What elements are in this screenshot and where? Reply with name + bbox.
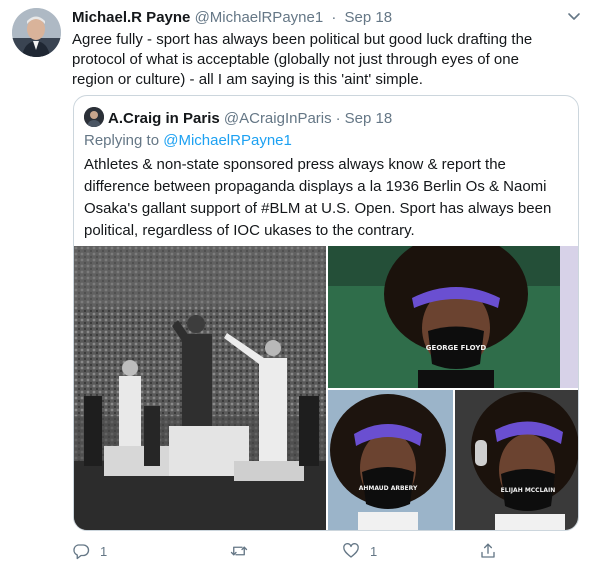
quoted-author-name[interactable]: A.Craig in Paris <box>108 110 220 127</box>
chevron-down-icon[interactable] <box>566 8 582 24</box>
tweet-text-line: Agree fully - sport has always been poli… <box>72 31 533 48</box>
like-icon <box>342 542 360 560</box>
tweet-date[interactable]: Sep 18 <box>345 9 393 26</box>
quoted-text-line: political, regardless of IOC ukases to t… <box>84 222 415 239</box>
mask-text: ELIJAH MCCLAIN <box>501 487 556 494</box>
media-grid: GEORGE FLOYD AHMAUD ARBERY ELIJAH MCCLAI… <box>74 246 578 530</box>
tweet-text-line: protocol of what is acceptable (globally… <box>72 51 519 68</box>
quoted-text-line: difference between propaganda displays a… <box>84 178 547 195</box>
quoted-text-line: Osaka's gallant support of #BLM at U.S. … <box>84 200 552 217</box>
quoted-text: Athletes & non-state sponsored press alw… <box>84 154 574 242</box>
separator-dot: · <box>335 110 341 127</box>
share-icon <box>479 542 497 560</box>
replying-to-mention[interactable]: @MichaelRPayne1 <box>163 132 292 149</box>
quoted-date[interactable]: Sep 18 <box>345 110 393 127</box>
tweet-header: Michael.R Payne @MichaelRPayne1 · Sep 18 <box>72 8 392 28</box>
photo-mask-ahmaud-arbery[interactable]: AHMAUD ARBERY <box>328 390 453 530</box>
tweet[interactable]: Michael.R Payne @MichaelRPayne1 · Sep 18… <box>0 0 598 574</box>
share-button[interactable] <box>479 540 497 562</box>
tweet-text: Agree fully - sport has always been poli… <box>72 30 572 90</box>
quoted-header: A.Craig in Paris @ACraigInParis · Sep 18 <box>84 107 392 127</box>
retweet-button[interactable] <box>230 540 258 562</box>
like-count: 1 <box>370 543 378 559</box>
quoted-avatar[interactable] <box>84 107 104 127</box>
reply-count: 1 <box>100 543 108 559</box>
like-button[interactable]: 1 <box>342 540 377 562</box>
replying-to: Replying to @MichaelRPayne1 <box>84 131 292 151</box>
replying-to-label: Replying to <box>84 132 164 149</box>
retweet-icon <box>230 542 248 560</box>
quoted-text-line: Athletes & non-state sponsored press alw… <box>84 156 506 173</box>
action-bar: 1 1 <box>72 540 512 562</box>
separator-dot: · <box>331 9 337 26</box>
quoted-author-handle[interactable]: @ACraigInParis <box>224 110 332 127</box>
photo-podium[interactable] <box>74 246 326 530</box>
author-avatar[interactable] <box>12 8 61 57</box>
reply-icon <box>72 542 90 560</box>
author-name[interactable]: Michael.R Payne <box>72 9 190 26</box>
photo-mask-elijah-mcclain[interactable]: ELIJAH MCCLAIN <box>455 390 578 530</box>
quoted-tweet[interactable]: A.Craig in Paris @ACraigInParis · Sep 18 R… <box>73 95 579 531</box>
mask-text: GEORGE FLOYD <box>426 344 487 352</box>
photo-mask-george-floyd[interactable]: GEORGE FLOYD <box>328 246 578 388</box>
reply-button[interactable]: 1 <box>72 540 107 562</box>
author-handle[interactable]: @MichaelRPayne1 <box>195 9 324 26</box>
tweet-text-line: region or culture) - all I am saying is … <box>72 71 423 88</box>
mask-text: AHMAUD ARBERY <box>359 485 418 492</box>
